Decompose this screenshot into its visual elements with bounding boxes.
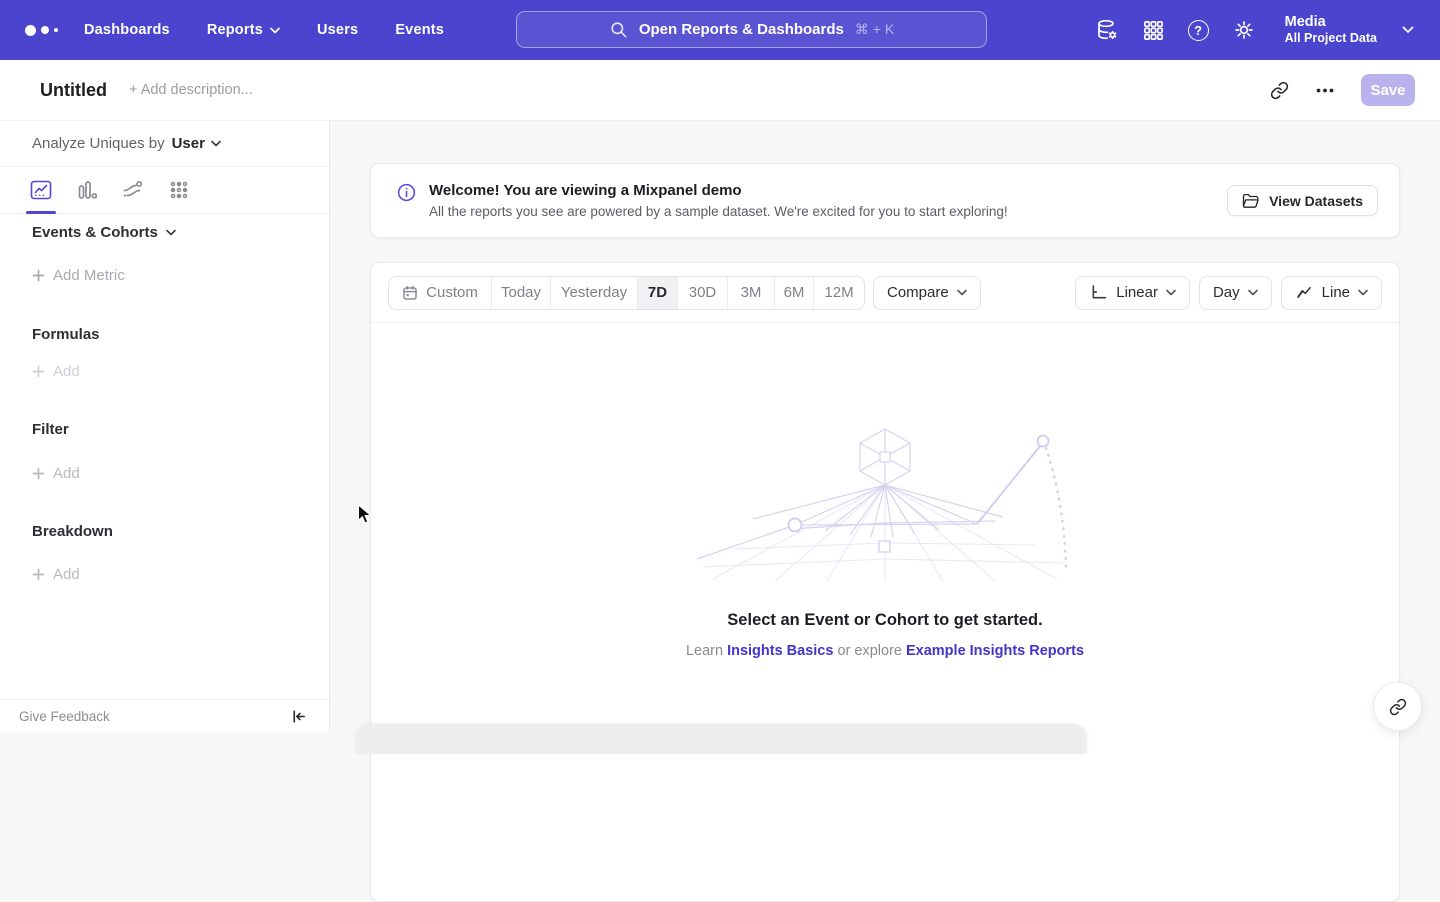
chevron-down-icon xyxy=(1358,289,1368,296)
chevron-down-icon xyxy=(211,140,221,147)
insights-report-card: Custom Today Yesterday 7D 30D 3M 6M 12M … xyxy=(370,262,1400,902)
chevron-down-icon xyxy=(1248,289,1258,296)
add-metric-button[interactable]: Add Metric xyxy=(32,267,125,284)
copy-link-icon[interactable] xyxy=(1270,81,1289,100)
formulas-header: Formulas xyxy=(32,326,100,343)
give-feedback-link[interactable]: Give Feedback xyxy=(19,709,110,724)
date-range-12m[interactable]: 12M xyxy=(814,277,864,309)
empty-state: Select an Event or Cohort to get started… xyxy=(371,421,1399,659)
filter-header: Filter xyxy=(32,421,69,438)
tab-bar-chart[interactable] xyxy=(76,167,98,213)
main-content: Welcome! You are viewing a Mixpanel demo… xyxy=(331,121,1440,732)
search-placeholder: Open Reports & Dashboards xyxy=(639,21,844,38)
add-formula-button[interactable]: Add xyxy=(32,363,80,380)
plus-icon xyxy=(32,365,45,378)
plus-icon xyxy=(32,269,45,282)
mixpanel-logo[interactable] xyxy=(25,25,58,36)
settings-gear-icon[interactable] xyxy=(1232,18,1256,42)
share-link-floating-button[interactable] xyxy=(1373,682,1422,731)
tab-flows[interactable] xyxy=(122,167,144,213)
project-scope: All Project Data xyxy=(1285,31,1377,47)
interval-dropdown[interactable]: Day xyxy=(1199,276,1272,310)
nav-item-dashboards[interactable]: Dashboards xyxy=(84,22,170,38)
linear-axis-icon xyxy=(1089,283,1108,302)
chart-display-controls: Linear Day Line xyxy=(1075,276,1382,310)
events-cohorts-header[interactable]: Events & Cohorts xyxy=(32,224,176,241)
flows-icon xyxy=(122,179,144,201)
metrics-grid-icon xyxy=(168,179,190,201)
report-description-input[interactable]: + Add description... xyxy=(129,82,253,98)
bottom-panel-peek xyxy=(356,724,1087,754)
date-range-6m[interactable]: 6M xyxy=(775,277,814,309)
line-chart-icon xyxy=(30,179,52,201)
compare-dropdown[interactable]: Compare xyxy=(873,276,981,310)
help-icon[interactable]: ? xyxy=(1188,20,1209,41)
nav-right: ? Media All Project Data xyxy=(1095,0,1440,60)
collapse-sidebar-icon[interactable] xyxy=(290,708,307,725)
banner-title: Welcome! You are viewing a Mixpanel demo xyxy=(429,182,1008,199)
banner-subtitle: All the reports you see are powered by a… xyxy=(429,204,1008,219)
date-range-custom[interactable]: Custom xyxy=(389,277,492,309)
report-header: Untitled + Add description... Save xyxy=(0,60,1440,121)
banner-text: Welcome! You are viewing a Mixpanel demo… xyxy=(429,182,1008,219)
welcome-banner: Welcome! You are viewing a Mixpanel demo… xyxy=(370,163,1400,238)
breakdown-header: Breakdown xyxy=(32,523,113,540)
date-range-7d-selected[interactable]: 7D xyxy=(638,277,678,309)
date-range-segmented-control: Custom Today Yesterday 7D 30D 3M 6M 12M xyxy=(388,276,865,310)
chevron-down-icon xyxy=(166,229,176,236)
global-search[interactable]: Open Reports & Dashboards ⌘ + K xyxy=(516,11,987,48)
report-header-actions: Save xyxy=(1270,74,1440,106)
scale-dropdown[interactable]: Linear xyxy=(1075,276,1190,310)
line-chart-type-icon xyxy=(1295,283,1314,302)
nav-item-events[interactable]: Events xyxy=(395,22,444,38)
bar-chart-icon xyxy=(76,179,98,201)
add-filter-button[interactable]: Add xyxy=(32,465,80,482)
add-breakdown-button[interactable]: Add xyxy=(32,566,80,583)
empty-state-help: Learn Insights Basics or explore Example… xyxy=(371,643,1399,659)
analyze-label: Analyze Uniques by xyxy=(32,135,165,152)
date-range-3m[interactable]: 3M xyxy=(728,277,775,309)
date-range-today[interactable]: Today xyxy=(492,277,551,309)
nav-items: Dashboards Reports Users Events xyxy=(84,22,444,38)
date-range-30d[interactable]: 30D xyxy=(678,277,728,309)
analyze-row: Analyze Uniques by User xyxy=(0,121,329,167)
analyze-value-dropdown[interactable]: User xyxy=(172,135,221,152)
chevron-down-icon xyxy=(270,27,280,34)
query-sidebar: Analyze Uniques by User Events & Cohorts… xyxy=(0,121,330,732)
example-insights-reports-link[interactable]: Example Insights Reports xyxy=(906,643,1084,659)
nav-item-users[interactable]: Users xyxy=(317,22,358,38)
nav-item-reports[interactable]: Reports xyxy=(207,22,280,38)
chart-controls: Custom Today Yesterday 7D 30D 3M 6M 12M … xyxy=(371,263,1399,323)
project-switcher[interactable]: Media All Project Data xyxy=(1285,13,1377,47)
search-shortcut: ⌘ + K xyxy=(855,21,894,38)
apps-grid-icon[interactable] xyxy=(1142,19,1165,42)
data-management-icon[interactable] xyxy=(1095,18,1119,42)
calendar-icon xyxy=(402,285,418,301)
plus-icon xyxy=(32,568,45,581)
top-nav: Dashboards Reports Users Events Open Rep… xyxy=(0,0,1440,60)
tab-metrics[interactable] xyxy=(168,167,190,213)
folder-icon xyxy=(1242,193,1260,209)
plus-icon xyxy=(32,467,45,480)
date-range-yesterday[interactable]: Yesterday xyxy=(551,277,638,309)
report-title[interactable]: Untitled xyxy=(40,80,107,101)
sidebar-footer: Give Feedback xyxy=(0,699,329,732)
tab-insights[interactable] xyxy=(30,167,52,213)
visualization-tabs xyxy=(0,167,329,214)
insights-basics-link[interactable]: Insights Basics xyxy=(727,643,833,659)
chevron-down-icon xyxy=(957,289,967,296)
link-icon xyxy=(1389,698,1407,716)
empty-state-illustration xyxy=(695,421,1075,581)
view-datasets-button[interactable]: View Datasets xyxy=(1227,185,1378,216)
save-button[interactable]: Save xyxy=(1361,74,1415,106)
chevron-down-icon xyxy=(1166,289,1176,296)
project-name: Media xyxy=(1285,13,1377,31)
chevron-down-icon xyxy=(1402,26,1414,34)
empty-state-title: Select an Event or Cohort to get started… xyxy=(371,611,1399,630)
more-options-icon[interactable] xyxy=(1316,88,1334,93)
chart-type-dropdown[interactable]: Line xyxy=(1281,276,1382,310)
search-icon xyxy=(609,20,628,39)
info-icon xyxy=(396,182,417,203)
